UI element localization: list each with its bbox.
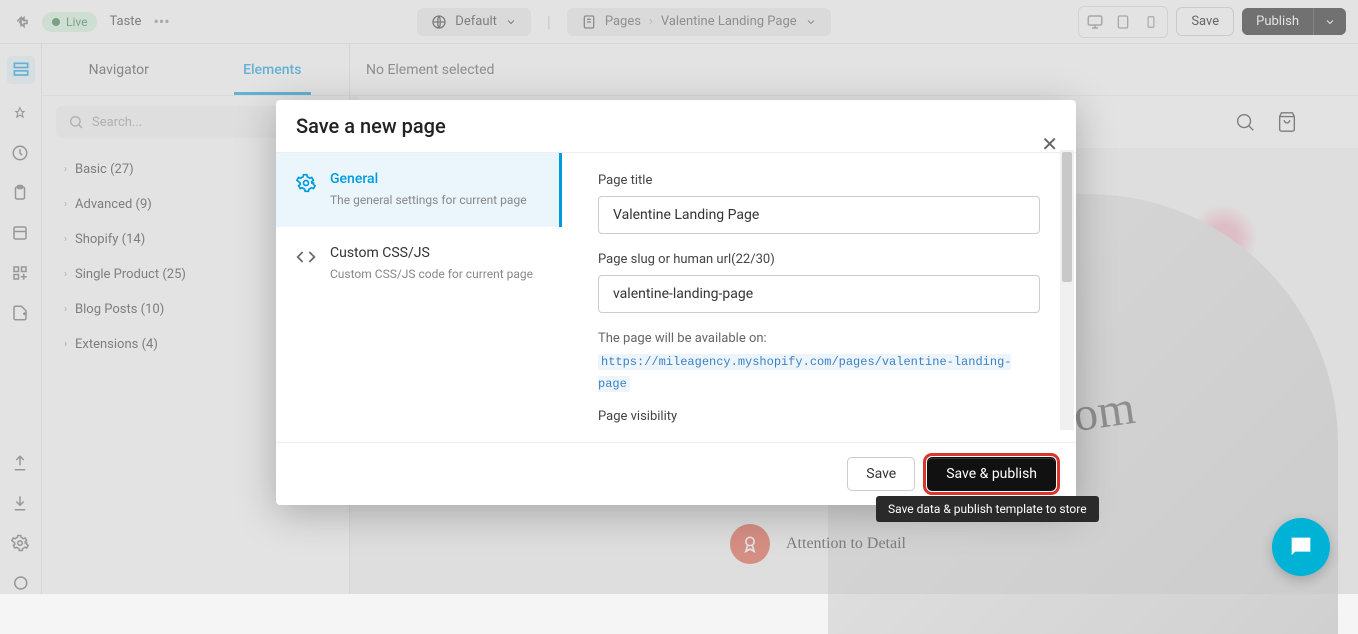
- slug-input[interactable]: [598, 275, 1040, 313]
- nav-custom-desc: Custom CSS/JS code for current page: [330, 265, 533, 283]
- publish-tooltip: Save data & publish template to store: [876, 496, 1099, 522]
- page-title-input[interactable]: [598, 196, 1040, 234]
- chat-fab-button[interactable]: [1272, 518, 1330, 576]
- nav-general-desc: The general settings for current page: [330, 191, 527, 209]
- modal-nav-general[interactable]: General The general settings for current…: [276, 153, 562, 227]
- close-icon[interactable]: ✕: [1041, 132, 1058, 156]
- nav-custom-title: Custom CSS/JS: [330, 245, 533, 261]
- modal-save-button[interactable]: Save: [847, 457, 915, 491]
- modal-scrollbar[interactable]: [1060, 150, 1074, 430]
- availability-hint: The page will be available on:: [598, 331, 1040, 346]
- availability-url[interactable]: https://mileagency.myshopify.com/pages/v…: [598, 354, 1011, 392]
- scroll-thumb[interactable]: [1062, 152, 1072, 282]
- nav-general-title: General: [330, 171, 527, 187]
- gear-icon: [296, 173, 316, 193]
- visibility-label: Page visibility: [598, 409, 1040, 424]
- code-icon: [296, 247, 316, 267]
- slug-label: Page slug or human url(22/30): [598, 252, 1040, 267]
- modal-nav-custom[interactable]: Custom CSS/JS Custom CSS/JS code for cur…: [276, 227, 562, 301]
- modal-save-publish-button[interactable]: Save & publish: [927, 457, 1056, 491]
- modal-title: Save a new page: [296, 114, 446, 138]
- chat-icon: [1287, 533, 1315, 561]
- page-title-label: Page title: [598, 173, 1040, 188]
- save-page-modal: Save a new page ✕ General The general se…: [276, 100, 1076, 505]
